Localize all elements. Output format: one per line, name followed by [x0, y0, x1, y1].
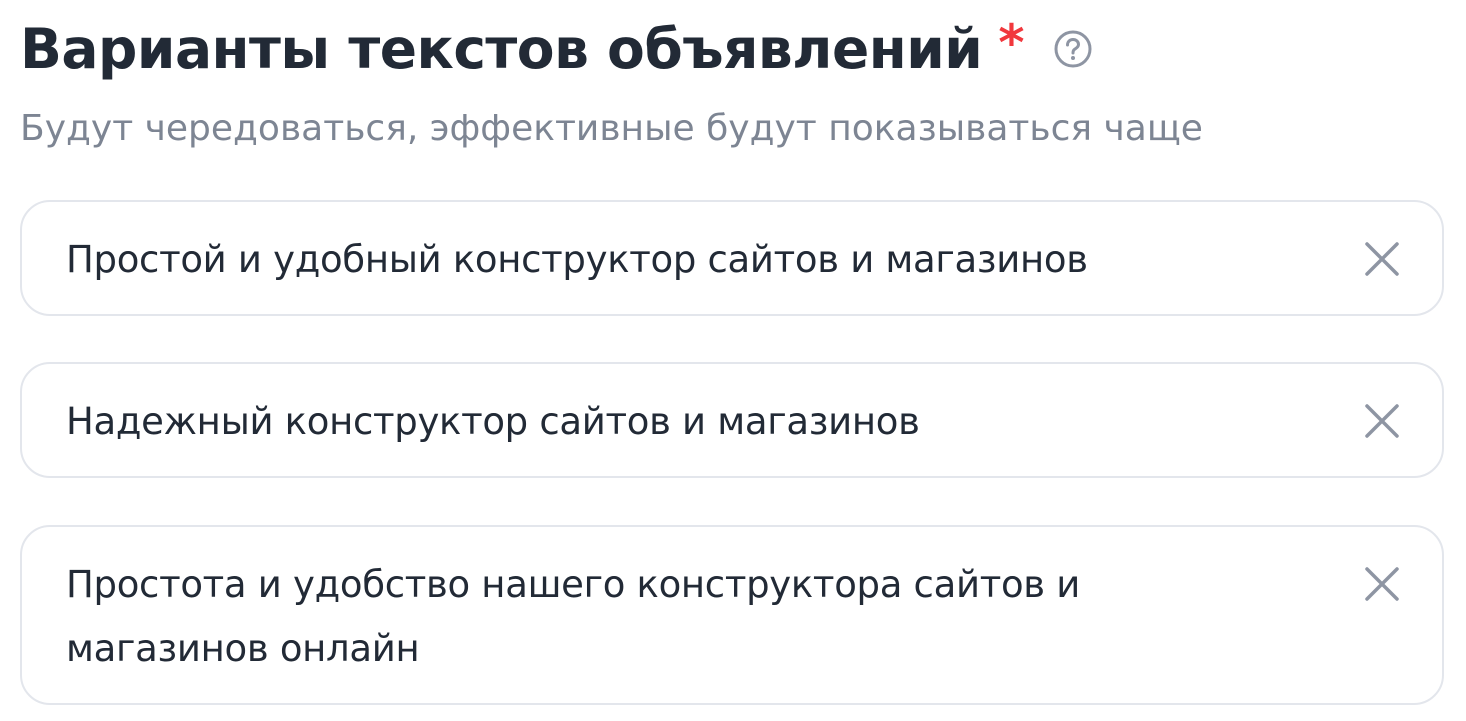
title-row: Варианты текстов объявлений * [20, 14, 1095, 84]
ad-texts-section: Варианты текстов объявлений * Будут чере… [20, 0, 1448, 721]
ad-text-field[interactable]: Надежный конструктор сайтов и магазинов [20, 362, 1444, 478]
close-icon-svg [1365, 242, 1399, 276]
ad-text-value[interactable]: Простой и удобный конструктор сайтов и м… [66, 228, 1282, 292]
ad-text-field[interactable]: Простой и удобный конструктор сайтов и м… [20, 200, 1444, 316]
close-icon[interactable] [1360, 562, 1404, 606]
close-icon-svg [1365, 567, 1399, 601]
close-icon[interactable] [1360, 399, 1404, 443]
close-icon[interactable] [1360, 237, 1404, 281]
section-subtitle: Будут чередоваться, эффективные будут по… [20, 108, 1203, 149]
ad-text-value[interactable]: Простота и удобство нашего конструктора … [66, 553, 1282, 681]
section-title: Варианты текстов объявлений [20, 17, 983, 81]
ad-text-field[interactable]: Простота и удобство нашего конструктора … [20, 525, 1444, 705]
question-circle-icon[interactable] [1051, 27, 1095, 71]
required-mark: * [998, 14, 1025, 72]
question-circle-icon-svg [1054, 30, 1092, 68]
ad-text-value[interactable]: Надежный конструктор сайтов и магазинов [66, 390, 1282, 454]
close-icon-svg [1365, 404, 1399, 438]
